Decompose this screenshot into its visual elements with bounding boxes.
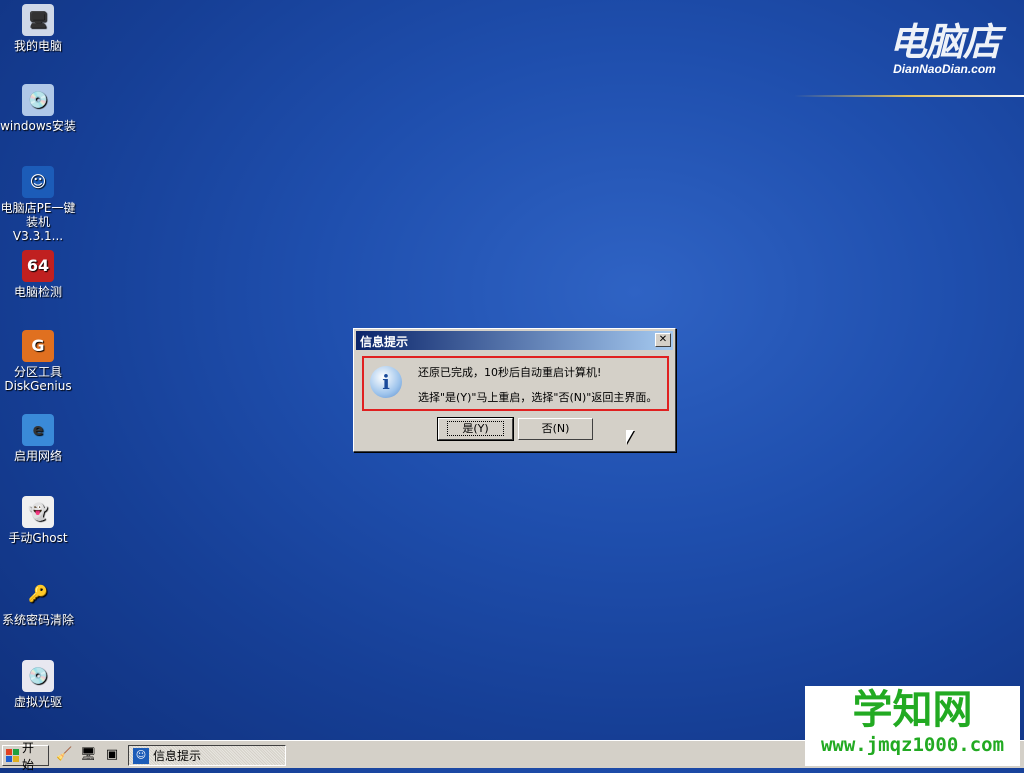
logo-divider <box>794 95 1024 97</box>
watermark-url: www.jmqz1000.com <box>805 734 1020 756</box>
windows-logo-icon <box>6 749 19 762</box>
desktop-icon[interactable]: 👻 手动Ghost <box>0 496 76 545</box>
start-button[interactable]: 开始 <box>2 745 49 766</box>
desktop-icon-label: 手动Ghost <box>0 531 76 545</box>
task-label: 信息提示 <box>153 747 201 764</box>
watermark-title: 学知网 <box>805 686 1020 734</box>
message-line-2: 选择"是(Y)"马上重启，选择"否(N)"返回主界面。 <box>418 389 657 405</box>
virtual-drive-icon: 💿 <box>22 660 54 692</box>
ghost-installer-icon: ☺ <box>22 166 54 198</box>
mouse-cursor-icon <box>626 430 634 444</box>
desktop-icon-label: 电脑店PE一键装机 V3.3.1... <box>0 201 76 243</box>
watermark: 学知网 www.jmqz1000.com <box>805 686 1020 766</box>
close-button[interactable]: ✕ <box>655 333 671 347</box>
ghost-icon: 👻 <box>22 496 54 528</box>
desktop-icon-label: 系统密码清除 <box>0 613 76 627</box>
info-icon: i <box>370 366 402 398</box>
desktop-icon-label: 启用网络 <box>0 449 76 463</box>
desktop-icon[interactable]: 🖥 我的电脑 <box>0 4 76 53</box>
logo-text: 电脑店 <box>889 22 1000 62</box>
key-icon: 🔑 <box>22 578 54 610</box>
desktop-icon[interactable]: 💿 windows安装 <box>0 84 76 133</box>
diannaodian-logo: 电脑店 DianNaoDian.com <box>889 22 1000 76</box>
cpu-z-64-icon: 64 <box>22 250 54 282</box>
logo-url: DianNaoDian.com <box>889 62 1000 76</box>
app-icon: ☺ <box>133 748 149 764</box>
desktop-icon-label: 我的电脑 <box>0 39 76 53</box>
desktop-icon-label: windows安装 <box>0 119 76 133</box>
no-button[interactable]: 否(N) <box>518 418 593 440</box>
taskbar-item-info[interactable]: ☺ 信息提示 <box>128 745 286 766</box>
window-switch-icon[interactable]: ▣ <box>104 747 120 763</box>
cleanup-icon[interactable]: 🧹 <box>56 747 72 763</box>
desktop-icon[interactable]: ☺电脑店PE一键装机 V3.3.1... <box>0 166 76 243</box>
yes-button[interactable]: 是(Y) <box>438 418 513 440</box>
computer-icon: 🖥 <box>22 4 54 36</box>
yes-label: 是(Y) <box>447 421 503 436</box>
desktop-icon[interactable]: 💿 虚拟光驱 <box>0 660 76 709</box>
start-label: 开始 <box>22 739 45 773</box>
dialog-titlebar[interactable]: 信息提示 ✕ <box>356 331 673 350</box>
desktop-icon-label: 虚拟光驱 <box>0 695 76 709</box>
network-globe-icon: e <box>22 414 54 446</box>
show-desktop-icon[interactable]: 🖥 <box>80 747 96 763</box>
desktop-icon[interactable]: 🔑 系统密码清除 <box>0 578 76 627</box>
desktop-icon-label: 分区工具 DiskGenius <box>0 365 76 393</box>
diskgenius-icon: G <box>22 330 54 362</box>
message-line-1: 还原已完成，10秒后自动重启计算机! <box>418 364 601 380</box>
install-disc-icon: 💿 <box>22 84 54 116</box>
dialog-title: 信息提示 <box>360 335 408 349</box>
desktop-icon-label: 电脑检测 <box>0 285 76 299</box>
message-box: i 还原已完成，10秒后自动重启计算机! 选择"是(Y)"马上重启，选择"否(N… <box>362 356 669 411</box>
desktop-icon[interactable]: e 启用网络 <box>0 414 76 463</box>
desktop-icon[interactable]: 64 电脑检测 <box>0 250 76 299</box>
desktop-icon[interactable]: G 分区工具 DiskGenius <box>0 330 76 393</box>
